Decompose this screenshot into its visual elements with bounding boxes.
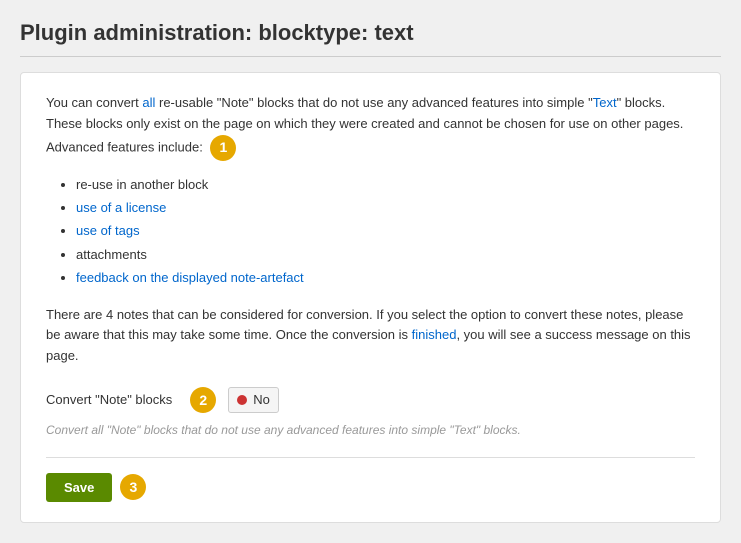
main-card: You can convert all re-usable "Note" blo…: [20, 72, 721, 523]
list-item: attachments: [76, 243, 695, 266]
feature-link[interactable]: use of tags: [76, 223, 140, 238]
form-help-text: Convert all "Note" blocks that do not us…: [46, 423, 695, 437]
page-title: Plugin administration: blocktype: text: [20, 20, 721, 57]
feature-label: attachments: [76, 247, 147, 262]
convert-form-row: Convert "Note" blocks 2 No: [46, 387, 695, 413]
toggle-widget[interactable]: No: [228, 387, 279, 413]
feature-label: re-use in another block: [76, 177, 208, 192]
features-list: re-use in another block use of a license…: [76, 173, 695, 290]
badge-1: 1: [210, 135, 236, 161]
divider: [46, 457, 695, 458]
toggle-dot: [237, 395, 247, 405]
list-item: use of tags: [76, 219, 695, 242]
list-item: use of a license: [76, 196, 695, 219]
badge-3: 3: [120, 474, 146, 500]
description-text: You can convert all re-usable "Note" blo…: [46, 93, 695, 161]
all-link[interactable]: all: [142, 95, 155, 110]
list-item: feedback on the displayed note-artefact: [76, 266, 695, 289]
feature-link[interactable]: feedback on the displayed note-artefact: [76, 270, 304, 285]
finished-link[interactable]: finished: [412, 327, 457, 342]
save-row: Save 3: [46, 473, 695, 502]
toggle-label: No: [253, 392, 270, 407]
feature-link[interactable]: use of a license: [76, 200, 166, 215]
badge-2: 2: [190, 387, 216, 413]
notes-info: There are 4 notes that can be considered…: [46, 305, 695, 367]
form-label: Convert "Note" blocks: [46, 392, 172, 407]
list-item: re-use in another block: [76, 173, 695, 196]
save-button[interactable]: Save: [46, 473, 112, 502]
